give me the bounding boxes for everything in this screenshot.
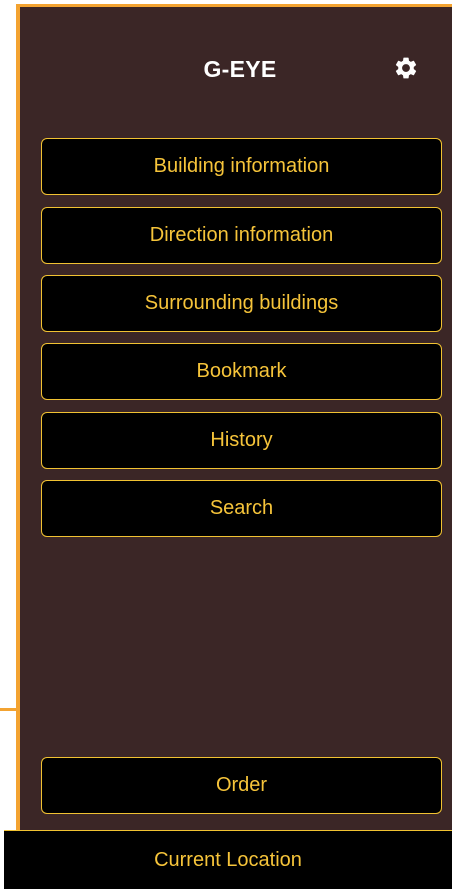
- history-button[interactable]: History: [41, 412, 442, 469]
- search-button[interactable]: Search: [41, 480, 442, 537]
- surrounding-buildings-button[interactable]: Surrounding buildings: [41, 275, 442, 332]
- app-title: G-EYE: [203, 56, 277, 82]
- bookmark-button[interactable]: Bookmark: [41, 343, 442, 400]
- direction-information-button[interactable]: Direction information: [41, 207, 442, 264]
- navigation-drawer: G-EYE Building information Direction inf…: [16, 4, 452, 889]
- building-information-button[interactable]: Building information: [41, 138, 442, 195]
- order-button[interactable]: Order: [41, 757, 442, 814]
- gear-icon[interactable]: [393, 55, 419, 81]
- current-location-button[interactable]: Current Location: [4, 830, 452, 889]
- screen: G-EYE Building information Direction inf…: [0, 0, 452, 889]
- background-divider-line: [0, 708, 16, 711]
